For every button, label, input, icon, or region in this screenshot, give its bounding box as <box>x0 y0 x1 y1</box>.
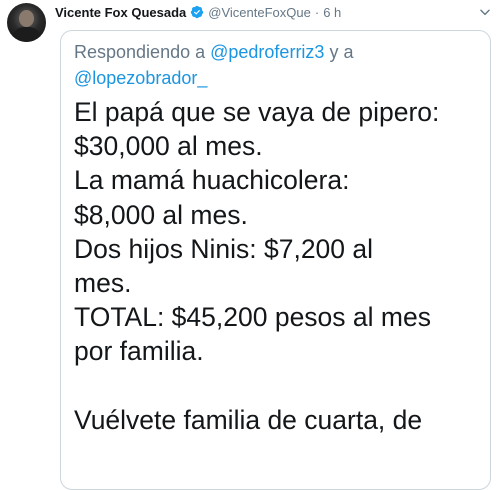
user-handle[interactable]: @VicenteFoxQue <box>208 5 311 20</box>
replying-to-line: Respondiendo a @pedroferriz3 y a @lopezo… <box>74 39 479 91</box>
replying-to-label: Respondiendo a <box>74 42 206 62</box>
avatar-head-shape <box>19 10 34 27</box>
tweet-header: Vicente Fox Quesada @VicenteFoxQue · 6 h <box>55 2 341 22</box>
separator-dot: · <box>314 4 320 20</box>
verified-badge-icon <box>191 5 204 19</box>
mention-link-pedroferriz3[interactable]: @pedroferriz3 <box>210 42 324 62</box>
avatar-body-shape <box>12 27 41 42</box>
avatar[interactable] <box>7 3 46 42</box>
tweet-card[interactable]: Respondiendo a @pedroferriz3 y a @lopezo… <box>60 30 491 490</box>
chevron-down-icon[interactable] <box>478 5 492 19</box>
timestamp[interactable]: 6 h <box>323 5 341 20</box>
mention-link-lopezobrador[interactable]: @lopezobrador_ <box>74 68 207 88</box>
replying-to-conjunction: y a <box>329 42 354 62</box>
display-name[interactable]: Vicente Fox Quesada <box>55 5 186 20</box>
tweet-text: El papá que se vaya de pipero: $30,000 a… <box>74 97 440 435</box>
